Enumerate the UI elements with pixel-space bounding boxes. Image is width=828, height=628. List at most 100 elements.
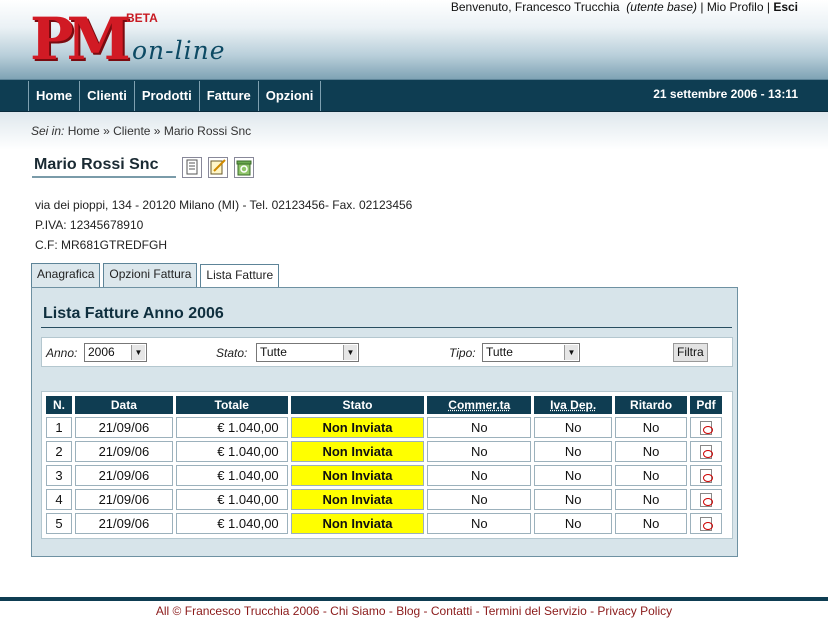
nav-prodotti[interactable]: Prodotti [135, 81, 200, 111]
cell-pdf [690, 417, 722, 438]
invoice-panel: Lista Fatture Anno 2006 Anno: 2006 ▼ Sta… [31, 287, 738, 557]
footer-band [0, 597, 828, 601]
tipo-select[interactable]: Tutte ▼ [482, 343, 580, 362]
nav-opzioni[interactable]: Opzioni [259, 81, 322, 111]
nav-fatture[interactable]: Fatture [200, 81, 259, 111]
main-nav: Home Clienti Prodotti Fatture Opzioni 21… [0, 79, 828, 112]
footer-blog[interactable]: Blog [396, 604, 420, 618]
cell-n: 1 [46, 417, 72, 438]
stato-value: Tutte [260, 345, 287, 359]
cell-ritardo: No [615, 465, 687, 486]
breadcrumb-label: Sei in: [31, 124, 65, 138]
footer-sep: - [420, 604, 431, 618]
footer-privacy[interactable]: Privacy Policy [597, 604, 672, 618]
breadcrumb-cliente[interactable]: Cliente [113, 124, 150, 138]
current-date: 21 settembre 2006 - 13:11 [653, 87, 798, 101]
cell-totale: € 1.040,00 [175, 441, 288, 462]
table-row: 2 21/09/06 € 1.040,00 Non Inviata No No No [46, 441, 722, 462]
cell-iva-dep: No [534, 465, 613, 486]
stato-select[interactable]: Tutte ▼ [256, 343, 359, 362]
user-role: (utente base) [626, 0, 697, 14]
footer-chi-siamo[interactable]: Chi Siamo [330, 604, 385, 618]
cell-totale: € 1.040,00 [175, 489, 288, 510]
pdf-icon[interactable] [700, 445, 713, 460]
footer: All © Francesco Trucchia 2006 - Chi Siam… [0, 604, 828, 618]
cell-pdf [690, 513, 722, 534]
cell-stato: Non Inviata [290, 417, 425, 438]
pdf-icon[interactable] [700, 421, 713, 436]
footer-contatti[interactable]: Contatti [431, 604, 472, 618]
cell-pdf [690, 465, 722, 486]
client-title: Mario Rossi Snc [32, 156, 176, 178]
cell-iva-dep: No [534, 513, 613, 534]
footer-termini[interactable]: Termini del Servizio [483, 604, 587, 618]
client-info: via dei pioppi, 134 - 20120 Milano (MI) … [35, 195, 412, 255]
col-header-commerta[interactable]: Commer.ta [427, 396, 532, 414]
welcome-text: Benvenuto, Francesco Trucchia [450, 0, 620, 14]
user-bar: Benvenuto, Francesco Trucchia (utente ba… [451, 0, 798, 14]
breadcrumb-sep: » [103, 124, 110, 138]
col-header-totale: Totale [175, 396, 288, 414]
cell-data: 21/09/06 [74, 465, 173, 486]
panel-title: Lista Fatture Anno 2006 [43, 305, 224, 322]
cell-data: 21/09/06 [74, 489, 173, 510]
pdf-icon[interactable] [700, 517, 713, 532]
cell-data: 21/09/06 [74, 417, 173, 438]
cell-n: 3 [46, 465, 72, 486]
cell-commerta: No [427, 441, 532, 462]
cell-totale: € 1.040,00 [175, 465, 288, 486]
chevron-down-icon: ▼ [564, 345, 578, 360]
col-header-ritardo: Ritardo [615, 396, 687, 414]
anno-select[interactable]: 2006 ▼ [84, 343, 147, 362]
tab-opzioni-fattura[interactable]: Opzioni Fattura [103, 263, 198, 287]
invoice-table-wrap: N. Data Totale Stato Commer.ta Iva Dep. … [41, 391, 733, 539]
tab-anagrafica[interactable]: Anagrafica [31, 263, 101, 287]
client-actions [182, 157, 254, 178]
footer-copyright: All © Francesco Trucchia 2006 [155, 604, 320, 618]
logo-beta: BETA [126, 11, 158, 25]
tab-bar: Anagrafica Opzioni Fattura Lista Fatture [31, 263, 280, 288]
cell-ritardo: No [615, 513, 687, 534]
cell-stato: Non Inviata [290, 441, 425, 462]
breadcrumb-sep: » [153, 124, 161, 138]
cell-pdf [690, 489, 722, 510]
cell-iva-dep: No [534, 417, 613, 438]
cell-totale: € 1.040,00 [175, 513, 288, 534]
title-divider [41, 327, 732, 328]
cell-iva-dep: No [534, 441, 613, 462]
col-header-data: Data [74, 396, 173, 414]
pdf-icon[interactable] [700, 469, 713, 484]
logout-link[interactable]: Esci [773, 0, 798, 14]
anno-label: Anno: [46, 346, 78, 360]
client-piva: P.IVA: 12345678910 [35, 218, 144, 232]
footer-sep: - [385, 604, 397, 618]
col-header-n: N. [46, 396, 72, 414]
stato-label: Stato: [216, 346, 248, 360]
cell-n: 5 [46, 513, 72, 534]
footer-sep: - [586, 604, 598, 618]
recycle-icon[interactable] [234, 157, 254, 178]
filter-bar: Anno: 2006 ▼ Stato: Tutte ▼ Tipo: Tutte … [41, 337, 733, 367]
edit-icon[interactable] [208, 157, 228, 178]
cell-commerta: No [427, 417, 532, 438]
nav-clienti[interactable]: Clienti [80, 81, 135, 111]
document-icon[interactable] [182, 157, 202, 178]
cell-pdf [690, 441, 722, 462]
breadcrumb-home[interactable]: Home [68, 124, 100, 138]
chevron-down-icon: ▼ [343, 345, 357, 360]
col-header-iva[interactable]: Iva Dep. [534, 396, 613, 414]
filter-button[interactable]: Filtra [673, 343, 708, 362]
client-name: Mario Rossi Snc [34, 156, 159, 173]
nav-home[interactable]: Home [29, 81, 81, 111]
table-row: 1 21/09/06 € 1.040,00 Non Inviata No No No [46, 417, 722, 438]
col-header-stato: Stato [290, 396, 425, 414]
logo-pm: PM [30, 5, 131, 73]
cell-ritardo: No [615, 489, 687, 510]
tab-lista-fatture[interactable]: Lista Fatture [200, 264, 280, 288]
invoice-rows: 1 21/09/06 € 1.040,00 Non Inviata No No No 2 21/… [46, 417, 722, 534]
profile-link[interactable]: Mio Profilo [707, 0, 764, 14]
pim-logo[interactable]: PM BETA on-line [30, 8, 230, 74]
invoice-table: N. Data Totale Stato Commer.ta Iva Dep. … [43, 393, 725, 537]
tipo-label: Tipo: [449, 346, 476, 360]
pdf-icon[interactable] [700, 493, 713, 508]
